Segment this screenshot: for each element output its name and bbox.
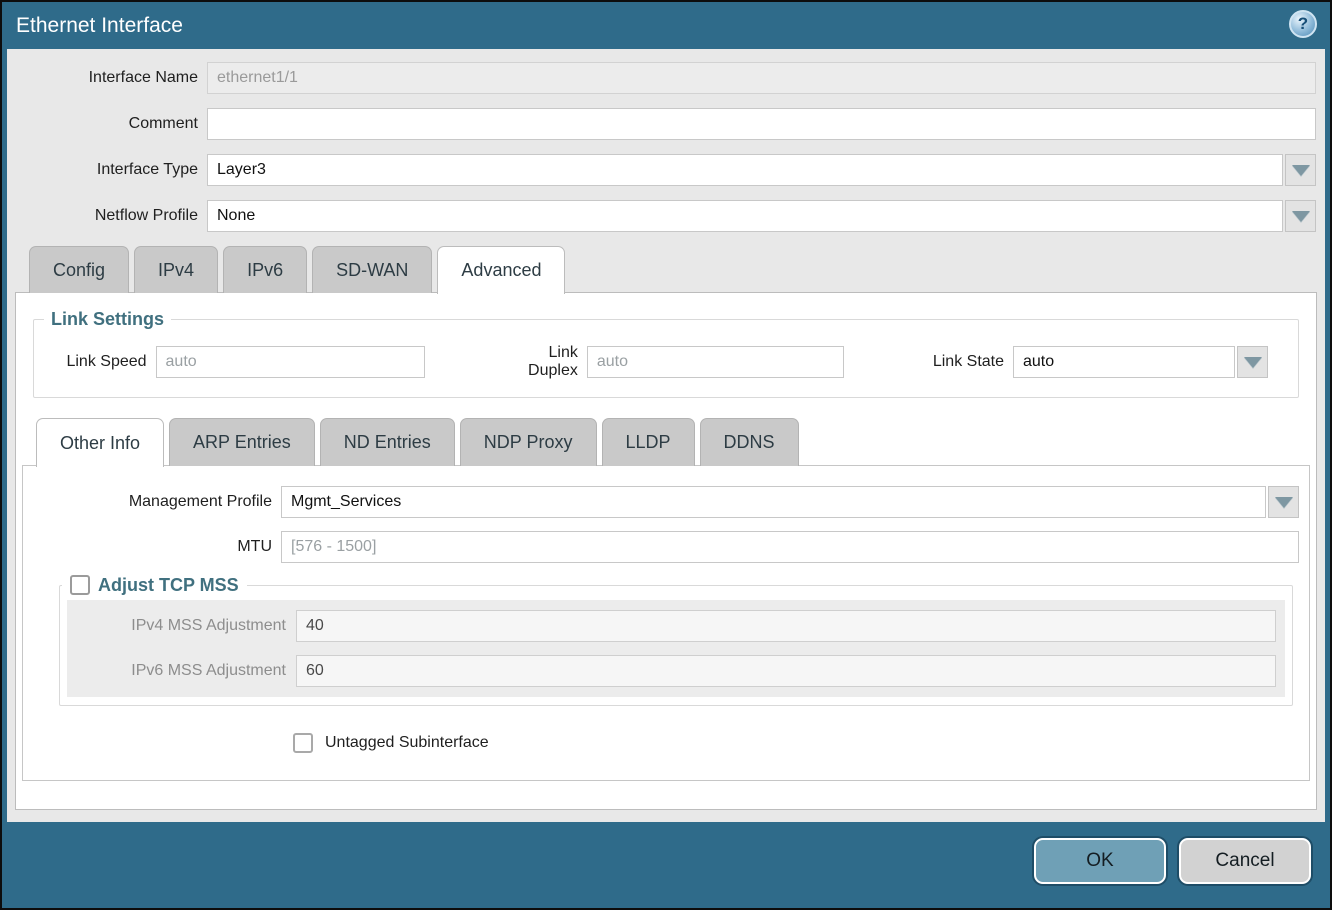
tab-ipv6[interactable]: IPv6 [223,246,307,293]
mtu-label: MTU [31,538,281,556]
adjust-tcp-mss-legend: Adjust TCP MSS [62,573,247,597]
dialog-content: Interface Name Comment Interface Type La… [7,49,1325,822]
management-profile-row: Management Profile Mgmt_Services [31,486,1299,518]
chevron-down-icon[interactable] [1237,346,1268,378]
link-speed-label: Link Speed [48,353,156,371]
link-settings-fieldset: Link Settings Link Speed Link Duplex Lin… [33,319,1299,398]
ipv6-mss-field [296,655,1276,687]
netflow-profile-dropdown[interactable]: None [207,200,1316,232]
chevron-down-icon[interactable] [1268,486,1299,518]
ipv4-mss-label: IPv4 MSS Adjustment [76,617,296,635]
help-icon[interactable]: ? [1289,10,1317,38]
management-profile-label: Management Profile [31,493,281,511]
netflow-profile-row: Netflow Profile None [7,200,1316,232]
interface-name-field [207,62,1316,94]
link-state-value[interactable]: auto [1013,346,1235,378]
adjust-tcp-mss-checkbox[interactable] [70,575,90,595]
chevron-down-icon[interactable] [1285,200,1316,232]
interface-type-label: Interface Type [7,161,207,179]
tab-advanced[interactable]: Advanced [437,246,565,294]
dialog-footer: OK Cancel [7,822,1325,908]
tab-other-info[interactable]: Other Info [36,418,164,467]
adjust-tcp-mss-fieldset: Adjust TCP MSS IPv4 MSS Adjustment IPv6 … [59,585,1293,706]
comment-label: Comment [7,115,207,133]
netflow-profile-label: Netflow Profile [7,207,207,225]
untagged-subinterface-checkbox[interactable] [293,733,313,753]
untagged-subinterface-row: Untagged Subinterface [293,733,1299,753]
netflow-profile-value[interactable]: None [207,200,1283,232]
tab-arp-entries[interactable]: ARP Entries [169,418,315,466]
link-duplex-field[interactable] [587,346,844,378]
ipv6-mss-label: IPv6 MSS Adjustment [76,662,296,680]
other-info-tab-bar: Other Info ARP Entries ND Entries NDP Pr… [36,418,1311,466]
management-profile-dropdown[interactable]: Mgmt_Services [281,486,1299,518]
ok-button[interactable]: OK [1034,838,1166,884]
link-duplex-label: Link Duplex [499,344,587,380]
link-settings-legend: Link Settings [44,308,171,330]
untagged-subinterface-label: Untagged Subinterface [325,734,489,752]
tab-ddns[interactable]: DDNS [700,418,799,466]
dialog-title: Ethernet Interface [16,14,183,38]
adjust-tcp-mss-label: Adjust TCP MSS [98,573,239,597]
mtu-field[interactable] [281,531,1299,563]
link-state-dropdown[interactable]: auto [1013,346,1268,378]
interface-type-row: Interface Type Layer3 [7,154,1316,186]
ipv4-mss-row: IPv4 MSS Adjustment [76,610,1276,642]
cancel-button[interactable]: Cancel [1179,838,1311,884]
interface-name-row: Interface Name [7,62,1316,94]
main-tab-bar: Config IPv4 IPv6 SD-WAN Advanced [29,246,1325,293]
comment-field[interactable] [207,108,1316,140]
link-speed-field[interactable] [156,346,425,378]
other-info-panel: Management Profile Mgmt_Services MTU [22,465,1310,781]
link-state-label: Link State [917,353,1013,371]
mtu-row: MTU [31,531,1299,563]
tab-ipv4[interactable]: IPv4 [134,246,218,293]
interface-type-dropdown[interactable]: Layer3 [207,154,1316,186]
tab-config[interactable]: Config [29,246,129,293]
comment-row: Comment [7,108,1316,140]
title-bar: Ethernet Interface ? [7,2,1325,49]
interface-name-label: Interface Name [7,69,207,87]
mss-fields-block: IPv4 MSS Adjustment IPv6 MSS Adjustment [67,600,1285,697]
tab-nd-entries[interactable]: ND Entries [320,418,455,466]
interface-type-value[interactable]: Layer3 [207,154,1283,186]
tab-lldp[interactable]: LLDP [602,418,695,466]
tab-sd-wan[interactable]: SD-WAN [312,246,432,293]
chevron-down-icon[interactable] [1285,154,1316,186]
tab-ndp-proxy[interactable]: NDP Proxy [460,418,597,466]
ipv6-mss-row: IPv6 MSS Adjustment [76,655,1276,687]
management-profile-value[interactable]: Mgmt_Services [281,486,1266,518]
ethernet-interface-dialog: Ethernet Interface ? Interface Name Comm… [0,0,1332,910]
advanced-tab-panel: Link Settings Link Speed Link Duplex Lin… [15,292,1317,810]
ipv4-mss-field [296,610,1276,642]
